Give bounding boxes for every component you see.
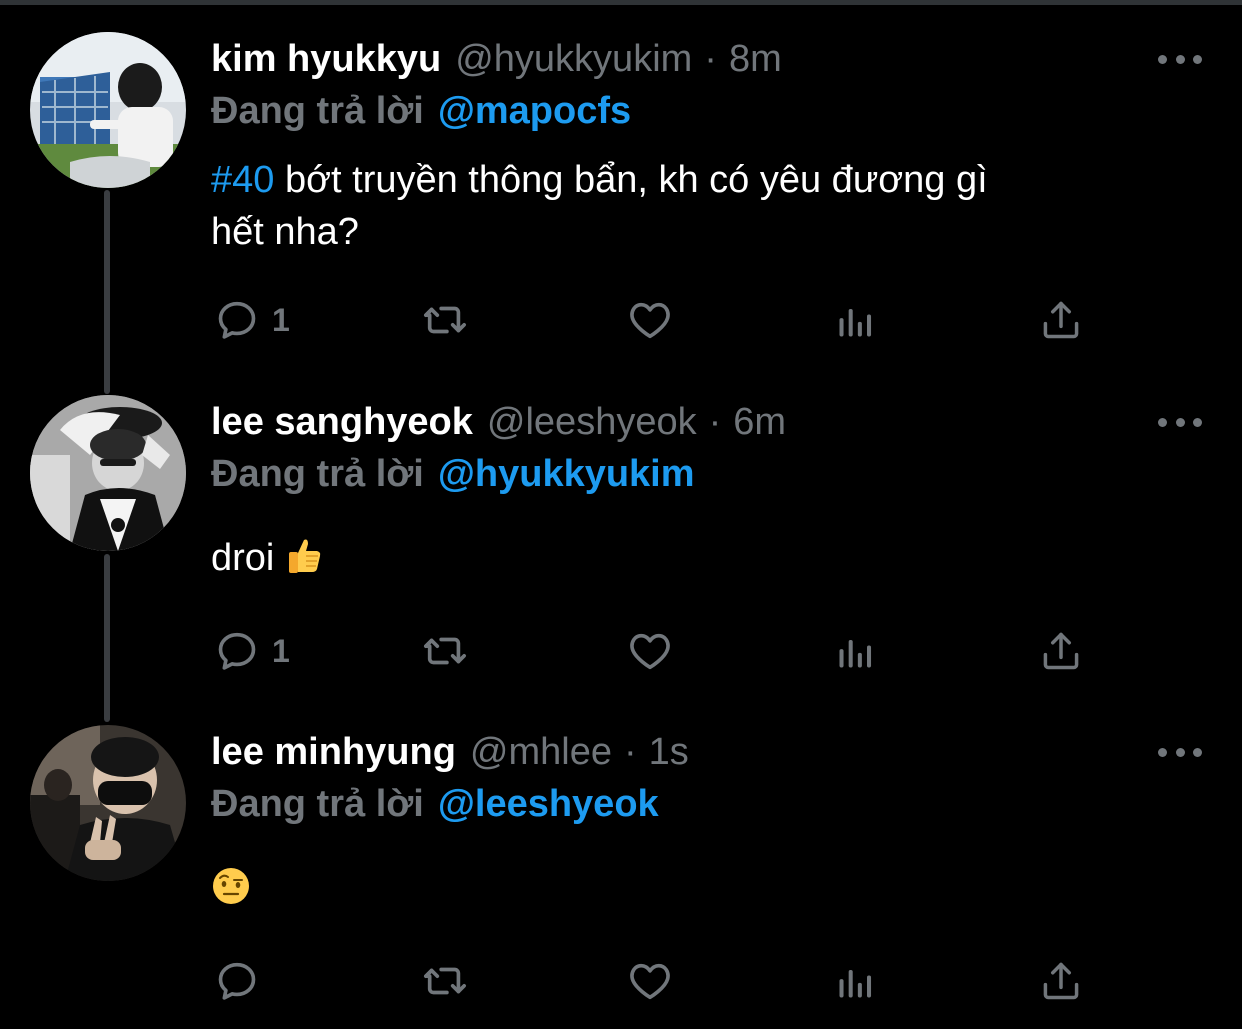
more-dot <box>1193 747 1202 757</box>
user-handle[interactable]: @leeshyeok <box>487 401 697 444</box>
tweet-text-line: bớt truyền thông bẩn, kh có yêu đương gì <box>284 159 988 201</box>
avatar[interactable] <box>30 395 186 551</box>
timestamp[interactable]: 1s <box>649 731 689 774</box>
thumbs-up-emoji-icon <box>289 539 321 573</box>
replying-to: Đang trả lời @leeshyeok <box>211 779 659 829</box>
analytics-icon <box>834 628 878 674</box>
more-dot <box>1193 417 1202 427</box>
more-dot <box>1193 54 1202 64</box>
share-icon <box>1039 628 1083 674</box>
analytics-icon <box>834 958 878 1004</box>
avatar-photo <box>30 395 186 551</box>
reply-icon <box>214 297 260 343</box>
separator-dot: · <box>708 400 722 443</box>
more-options-button[interactable] <box>1158 44 1202 74</box>
more-dot <box>1158 54 1167 64</box>
more-options-button[interactable] <box>1158 407 1202 437</box>
reply-button[interactable] <box>214 956 272 1006</box>
display-name[interactable]: kim hyukkyu <box>211 38 441 81</box>
more-dot <box>1175 54 1185 64</box>
share-button[interactable] <box>1039 626 1083 676</box>
replying-to-mention[interactable]: @hyukkyukim <box>438 453 695 496</box>
share-icon <box>1039 297 1083 343</box>
retweet-button[interactable] <box>418 956 472 1006</box>
timestamp[interactable]: 6m <box>733 401 786 444</box>
like-icon <box>627 297 673 343</box>
top-divider <box>0 0 1242 5</box>
like-button[interactable] <box>627 956 673 1006</box>
like-icon <box>627 628 673 674</box>
more-dot <box>1158 417 1167 427</box>
like-button[interactable] <box>627 295 673 345</box>
reply-count: 1 <box>272 301 290 338</box>
like-icon <box>627 958 673 1004</box>
replying-to: Đang trả lời @mapocfs <box>211 86 631 136</box>
user-handle[interactable]: @hyukkyukim <box>455 38 692 81</box>
avatar-photo <box>30 32 186 188</box>
hashtag-link[interactable]: #40 <box>211 159 274 201</box>
analytics-button[interactable] <box>834 956 878 1006</box>
retweet-button[interactable] <box>418 626 472 676</box>
share-icon <box>1039 958 1083 1004</box>
more-dot <box>1175 747 1185 757</box>
separator-dot: · <box>624 730 637 773</box>
retweet-button[interactable] <box>418 295 472 345</box>
reply-count: 1 <box>272 632 290 669</box>
retweet-icon <box>418 958 472 1004</box>
more-dot <box>1175 417 1185 427</box>
face-with-raised-eyebrow-emoji-icon <box>213 868 249 904</box>
more-options-button[interactable] <box>1158 737 1202 767</box>
retweet-icon <box>418 297 472 343</box>
share-button[interactable] <box>1039 295 1083 345</box>
tweet-text-line: droi <box>211 537 275 579</box>
tweet-header: lee sanghyeok @leeshyeok · 6m <box>211 397 786 447</box>
avatar-photo <box>30 725 186 881</box>
analytics-icon <box>834 297 878 343</box>
display-name[interactable]: lee minhyung <box>211 731 456 774</box>
replying-to-label: Đang trả lời <box>211 782 424 825</box>
tweet-text <box>211 862 1201 914</box>
tweet-text-line: hết nha? <box>211 211 359 253</box>
timestamp[interactable]: 8m <box>729 38 782 81</box>
thread-connector-line <box>104 190 110 394</box>
display-name[interactable]: lee sanghyeok <box>211 401 473 444</box>
thread-connector-line <box>104 554 110 722</box>
separator-dot: · <box>704 37 717 80</box>
like-button[interactable] <box>627 626 673 676</box>
reply-icon <box>214 628 260 674</box>
reply-button[interactable]: 1 <box>214 295 290 345</box>
share-button[interactable] <box>1039 956 1083 1006</box>
avatar[interactable] <box>30 725 186 881</box>
reply-button[interactable]: 1 <box>214 626 290 676</box>
retweet-icon <box>418 628 472 674</box>
tweet-header: kim hyukkyu @hyukkyukim · 8m <box>211 34 782 84</box>
more-dot <box>1158 747 1167 757</box>
analytics-button[interactable] <box>834 626 878 676</box>
tweet-header: lee minhyung @mhlee · 1s <box>211 727 689 777</box>
analytics-button[interactable] <box>834 295 878 345</box>
replying-to-mention[interactable]: @leeshyeok <box>438 783 659 826</box>
replying-to-label: Đang trả lời <box>211 89 424 132</box>
replying-to-mention[interactable]: @mapocfs <box>438 90 631 133</box>
replying-to: Đang trả lời @hyukkyukim <box>211 449 695 499</box>
user-handle[interactable]: @mhlee <box>470 731 612 774</box>
tweet-text: droi <box>211 532 1201 584</box>
replying-to-label: Đang trả lời <box>211 452 424 495</box>
avatar[interactable] <box>30 32 186 188</box>
tweet-text: #40 bớt truyền thông bẩn, kh có yêu đươn… <box>211 154 1201 258</box>
reply-icon <box>214 958 260 1004</box>
